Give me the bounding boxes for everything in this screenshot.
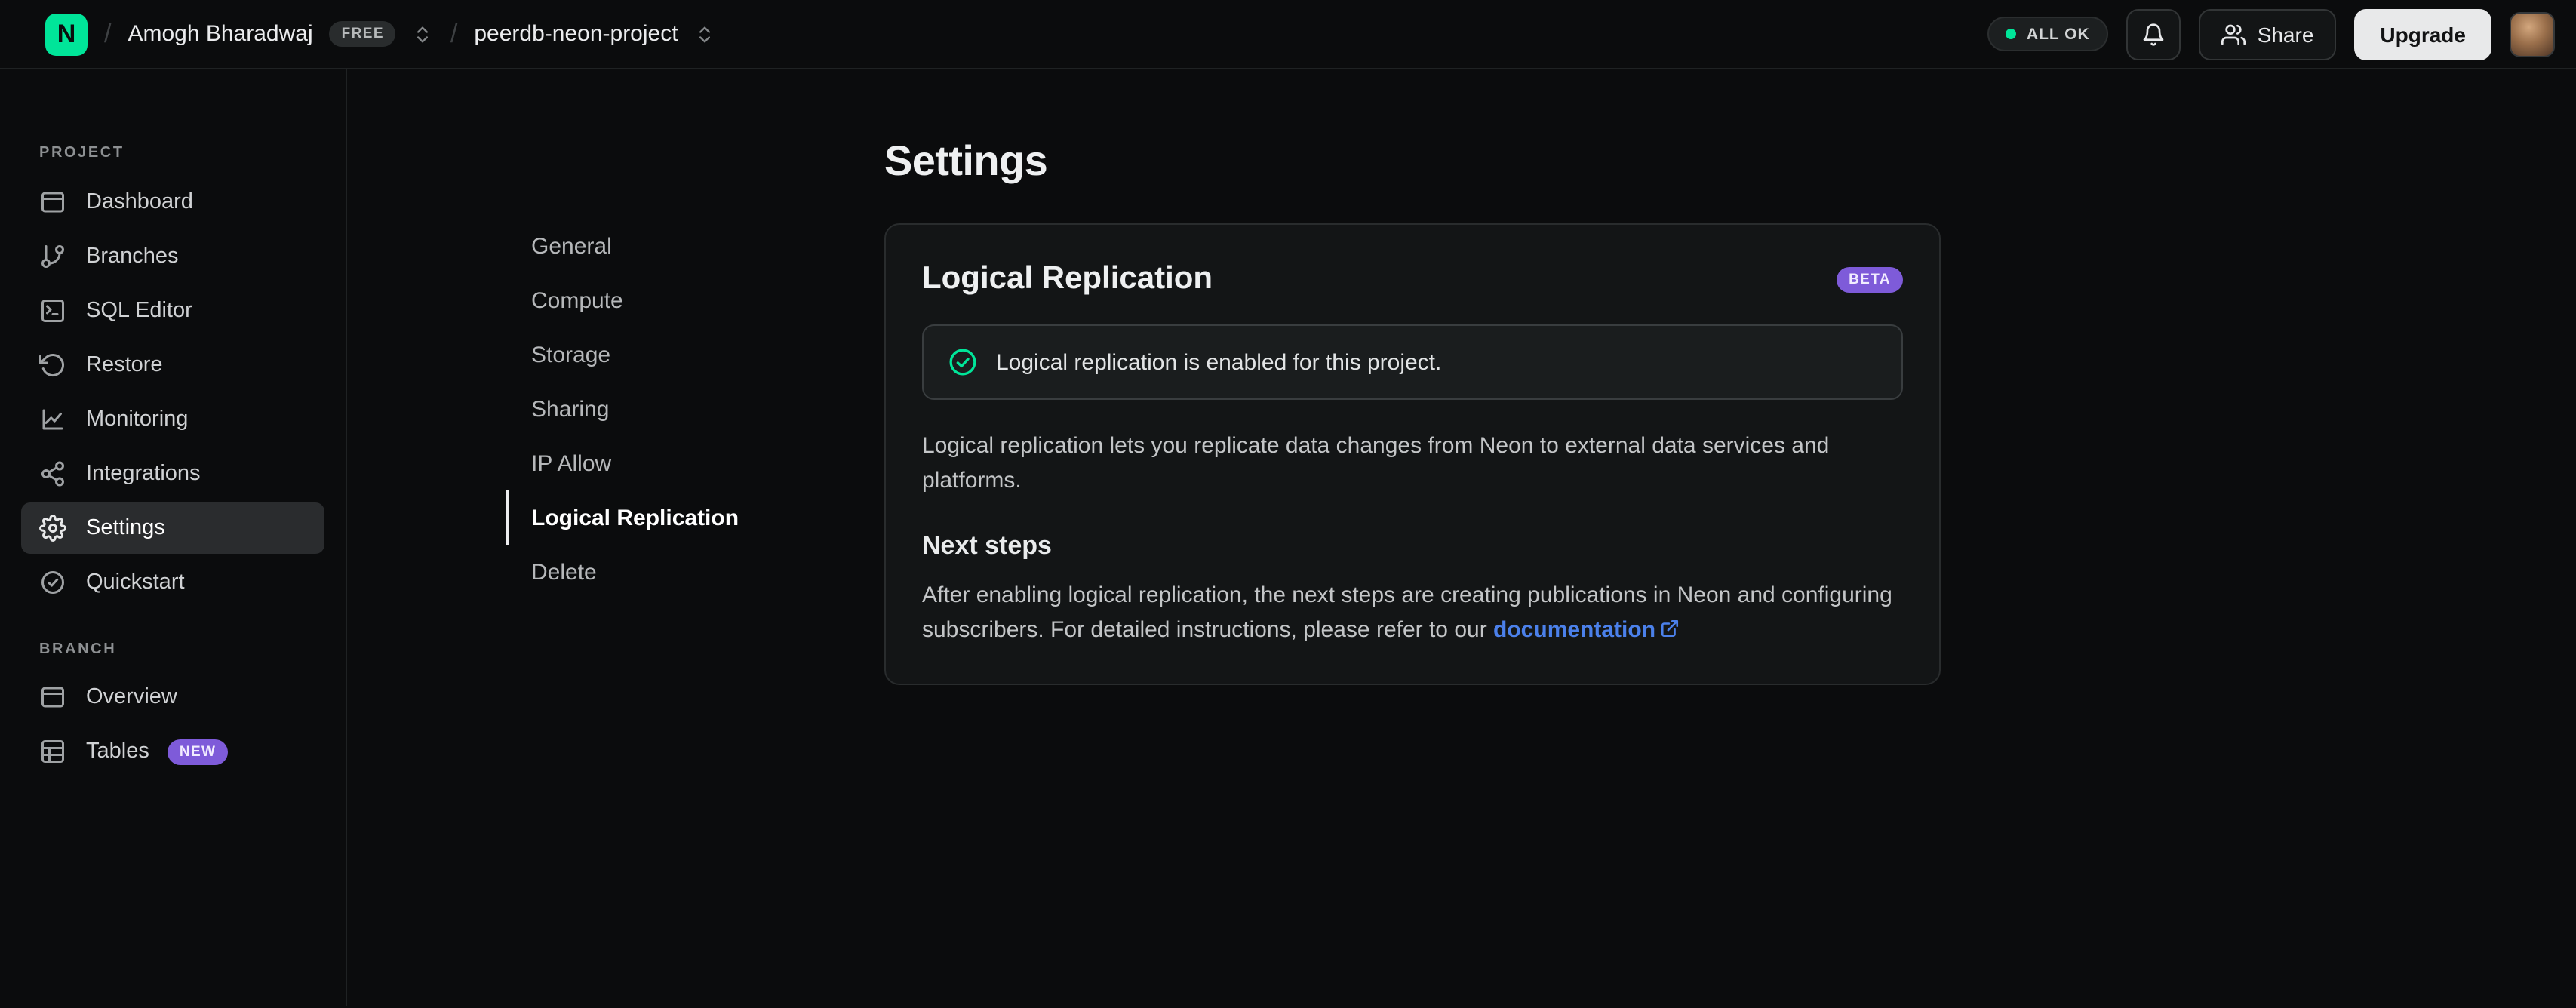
settings-nav-storage[interactable]: Storage <box>506 327 884 382</box>
restore-icon <box>39 352 66 379</box>
beta-badge: BETA <box>1837 266 1903 292</box>
replication-description: Logical replication lets you replicate d… <box>922 433 1830 493</box>
top-bar-actions: ALL OK Share Upgrade <box>1987 8 2555 60</box>
external-link-icon <box>1660 618 1680 638</box>
documentation-link-label: documentation <box>1493 616 1656 642</box>
sidebar-item-tables[interactable]: Tables NEW <box>21 726 324 777</box>
monitoring-icon <box>39 406 66 433</box>
breadcrumb-divider: / <box>104 19 112 48</box>
settings-nav-logical-replication[interactable]: Logical Replication <box>506 490 884 545</box>
sidebar-item-monitoring[interactable]: Monitoring <box>21 394 324 445</box>
project-name[interactable]: peerdb-neon-project <box>474 21 678 47</box>
upgrade-button-label: Upgrade <box>2380 22 2466 46</box>
settings-content: Settings Logical Replication BETA Logica… <box>884 137 1941 1006</box>
status-pill-label: ALL OK <box>2026 25 2090 43</box>
settings-nav-general[interactable]: General <box>506 219 884 273</box>
new-badge: NEW <box>167 739 229 764</box>
sidebar-item-label: Branches <box>86 244 179 269</box>
sidebar-item-settings[interactable]: Settings <box>21 502 324 554</box>
org-name[interactable]: Amogh Bharadwaj <box>128 21 312 47</box>
next-steps-text-body: After enabling logical replication, the … <box>922 582 1892 642</box>
breadcrumb-divider: / <box>450 19 458 48</box>
neon-logo[interactable]: N <box>45 13 88 55</box>
share-button[interactable]: Share <box>2198 8 2337 60</box>
check-circle-icon <box>39 569 66 596</box>
replication-enabled-alert: Logical replication is enabled for this … <box>922 324 1903 400</box>
breadcrumb: N / Amogh Bharadwaj FREE / peerdb-neon-p… <box>45 13 716 55</box>
card-header: Logical Replication BETA <box>922 261 1903 297</box>
neon-console: N / Amogh Bharadwaj FREE / peerdb-neon-p… <box>0 0 2576 1008</box>
main-content: General Compute Storage Sharing IP Allow… <box>347 69 2576 1006</box>
documentation-link[interactable]: documentation <box>1493 616 1680 642</box>
sidebar-section-project: PROJECT <box>39 145 124 161</box>
sidebar-item-label: Quickstart <box>86 570 185 595</box>
sidebar-item-quickstart[interactable]: Quickstart <box>21 557 324 608</box>
notifications-button[interactable] <box>2126 8 2181 60</box>
gear-icon <box>39 515 66 542</box>
next-steps-text: After enabling logical replication, the … <box>922 579 1903 647</box>
alert-text: Logical replication is enabled for this … <box>996 349 1442 375</box>
settings-nav: General Compute Storage Sharing IP Allow… <box>506 137 884 1006</box>
app-body: PROJECT Dashboard Branches SQL Editor Re… <box>0 69 2576 1006</box>
sidebar-item-sql-editor[interactable]: SQL Editor <box>21 285 324 337</box>
sidebar-item-label: Monitoring <box>86 407 189 432</box>
upgrade-button[interactable]: Upgrade <box>2354 8 2491 60</box>
sidebar-item-label: Dashboard <box>86 190 193 214</box>
sidebar-item-dashboard[interactable]: Dashboard <box>21 177 324 228</box>
dashboard-icon <box>39 189 66 216</box>
next-steps-heading: Next steps <box>922 531 1052 560</box>
user-avatar[interactable] <box>2510 11 2555 57</box>
neon-logo-letter: N <box>57 19 76 48</box>
sidebar-item-label: Settings <box>86 516 165 540</box>
sidebar: PROJECT Dashboard Branches SQL Editor Re… <box>0 69 347 1006</box>
sidebar-section-branch: BRANCH <box>39 641 117 658</box>
status-pill[interactable]: ALL OK <box>1987 17 2108 51</box>
share-button-label: Share <box>2257 22 2314 46</box>
settings-nav-ip-allow[interactable]: IP Allow <box>506 436 884 490</box>
settings-nav-compute[interactable]: Compute <box>506 273 884 327</box>
sidebar-item-label: Integrations <box>86 462 201 486</box>
settings-nav-sharing[interactable]: Sharing <box>506 382 884 436</box>
sql-editor-icon <box>39 297 66 324</box>
status-ok-dot-icon <box>2005 29 2016 39</box>
org-plan-badge: FREE <box>329 21 396 47</box>
overview-icon <box>39 684 66 711</box>
sidebar-item-branches[interactable]: Branches <box>21 231 324 282</box>
sidebar-item-restore[interactable]: Restore <box>21 340 324 391</box>
card-title: Logical Replication <box>922 261 1213 296</box>
check-circle-icon <box>948 347 978 377</box>
settings-nav-delete[interactable]: Delete <box>506 545 884 599</box>
sidebar-item-overview[interactable]: Overview <box>21 671 324 723</box>
sidebar-item-label: Overview <box>86 685 177 709</box>
top-bar: N / Amogh Bharadwaj FREE / peerdb-neon-p… <box>0 0 2576 69</box>
integrations-icon <box>39 460 66 487</box>
users-icon <box>2221 22 2246 46</box>
table-icon <box>39 738 66 765</box>
git-branch-icon <box>39 243 66 270</box>
bell-icon <box>2141 22 2166 46</box>
logical-replication-card: Logical Replication BETA Logical replica… <box>884 223 1941 685</box>
org-switcher-chevron-icon[interactable] <box>413 23 434 45</box>
sidebar-item-label: SQL Editor <box>86 299 192 323</box>
project-switcher-chevron-icon[interactable] <box>695 23 716 45</box>
sidebar-item-integrations[interactable]: Integrations <box>21 448 324 499</box>
sidebar-item-label: Restore <box>86 353 163 377</box>
sidebar-item-label: Tables <box>86 739 149 764</box>
page-title: Settings <box>884 137 1048 184</box>
